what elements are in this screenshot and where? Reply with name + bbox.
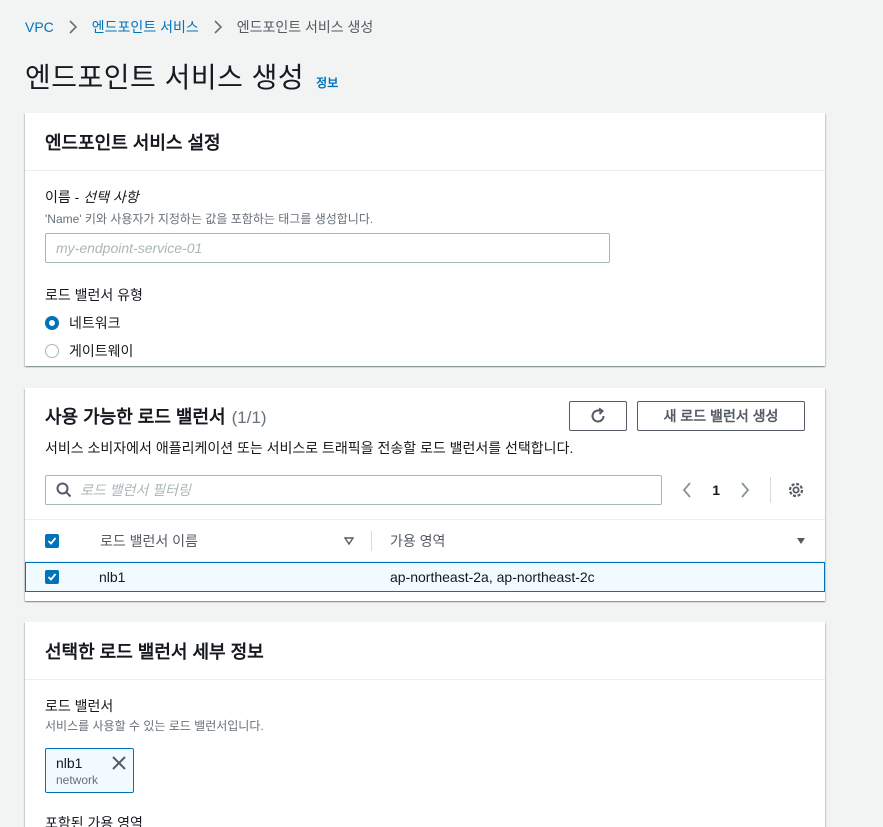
chevron-right-icon (68, 20, 78, 34)
row-lb-az: ap-northeast-2a, ap-northeast-2c (390, 569, 595, 585)
refresh-icon (589, 407, 607, 425)
page-header: 엔드포인트 서비스 생성 정보 (25, 56, 338, 96)
selected-lb-token: nlb1 network (45, 748, 134, 793)
search-icon (56, 482, 72, 498)
selected-lb-details-panel: 선택한 로드 밸런서 세부 정보 로드 밸런서 서비스를 사용할 수 있는 로드… (25, 622, 825, 827)
panel-header: 엔드포인트 서비스 설정 (25, 113, 825, 171)
token-type: network (56, 773, 99, 787)
table-row[interactable]: nlb1 ap-northeast-2a, ap-northeast-2c (25, 562, 825, 592)
create-load-balancer-button[interactable]: 새 로드 밸런서 생성 (637, 401, 805, 431)
endpoint-service-settings-panel: 엔드포인트 서비스 설정 이름 - 선택 사항 'Name' 키와 사용자가 지… (25, 113, 825, 366)
page-number[interactable]: 1 (712, 482, 720, 498)
name-description: 'Name' 키와 사용자가 지정하는 값을 포함하는 태그를 생성합니다. (45, 212, 374, 226)
info-link[interactable]: 정보 (316, 74, 338, 91)
filter-input[interactable]: 로드 밸런서 필터링 (45, 475, 663, 505)
radio-network[interactable]: 네트워크 (45, 313, 805, 333)
name-label: 이름 - 선택 사항 (45, 189, 139, 205)
lb-description: 서비스를 사용할 수 있는 로드 밸런서입니다. (45, 719, 264, 733)
row-checkbox[interactable] (45, 570, 59, 584)
panel-title: 선택한 로드 밸런서 세부 정보 (45, 641, 264, 662)
available-load-balancers-panel: 사용 가능한 로드 밸런서 (1/1) 새 로드 밸런서 생성 서비스 소비자에서… (25, 388, 825, 601)
select-all-checkbox[interactable] (45, 533, 59, 548)
name-input[interactable]: my-endpoint-service-01 (45, 233, 610, 263)
lb-count: (1/1) (231, 408, 267, 427)
chevron-right-icon[interactable] (740, 482, 750, 498)
included-az-label: 포함된 가용 영역 (45, 815, 143, 827)
breadcrumb-current: 엔드포인트 서비스 생성 (236, 19, 374, 35)
sort-caret-icon (344, 536, 354, 545)
radio-gateway[interactable]: 게이트웨이 (45, 341, 805, 361)
column-header-name[interactable]: 로드 밸런서 이름 (100, 531, 354, 551)
chevron-right-icon (213, 20, 223, 34)
lb-type-label: 로드 밸런서 유형 (45, 287, 143, 303)
breadcrumb-vpc[interactable]: VPC (25, 19, 54, 35)
page-title: 엔드포인트 서비스 생성 (25, 62, 305, 93)
column-header-az[interactable]: 가용 영역 (390, 531, 806, 551)
pagination: 1 (682, 477, 805, 503)
breadcrumb-endpoint-services[interactable]: 엔드포인트 서비스 (92, 17, 199, 37)
chevron-left-icon[interactable] (682, 482, 692, 498)
lb-label: 로드 밸런서 (45, 698, 114, 714)
panel-header: 선택한 로드 밸런서 세부 정보 (25, 622, 825, 680)
column-divider (371, 530, 372, 551)
load-balancer-table: 로드 밸런서 이름 가용 영역 nlb1 ap-northeast-2a, ap… (25, 519, 825, 592)
refresh-button[interactable] (569, 401, 627, 431)
panel-title: 엔드포인트 서비스 설정 (45, 132, 221, 153)
table-header: 로드 밸런서 이름 가용 영역 (25, 519, 825, 562)
sort-caret-icon (796, 537, 806, 545)
gear-icon[interactable] (787, 481, 805, 499)
close-icon[interactable] (111, 755, 127, 771)
panel-title: 사용 가능한 로드 밸런서 (1/1) (45, 407, 267, 427)
row-lb-name: nlb1 (99, 569, 126, 585)
panel-description: 서비스 소비자에서 애플리케이션 또는 서비스로 트래픽을 전송할 로드 밸런서… (45, 440, 574, 456)
panel-header: 사용 가능한 로드 밸런서 (1/1) 새 로드 밸런서 생성 (25, 388, 825, 444)
breadcrumb: VPC 엔드포인트 서비스 엔드포인트 서비스 생성 (25, 17, 373, 37)
pager-divider (770, 477, 771, 503)
radio-unchecked-icon[interactable] (45, 344, 59, 358)
radio-checked-icon[interactable] (45, 316, 59, 330)
